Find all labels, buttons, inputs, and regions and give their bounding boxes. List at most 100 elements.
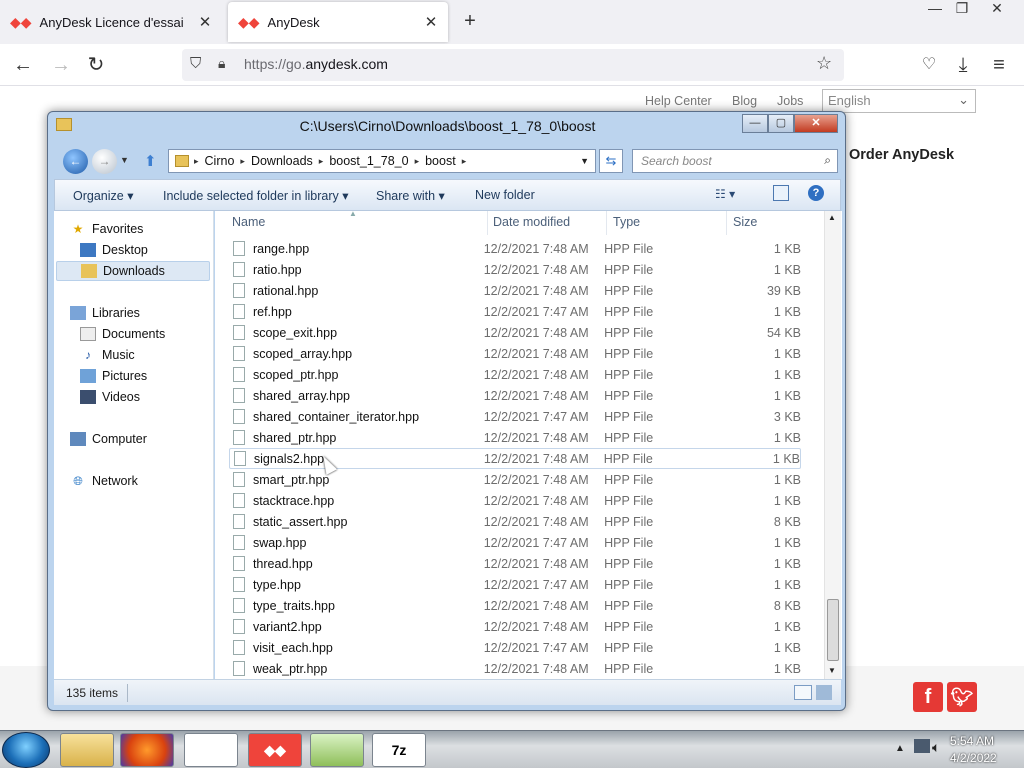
- table-row[interactable]: scoped_ptr.hpp 12/2/2021 7:48 AM HPP File 1…: [229, 364, 801, 385]
- table-row[interactable]: scope_exit.hpp 12/2/2021 7:48 AM HPP File 5…: [229, 322, 801, 343]
- breadcrumb-downloads[interactable]: Downloads: [246, 154, 318, 168]
- explorer-taskbar-icon[interactable]: [60, 733, 114, 767]
- table-row[interactable]: swap.hpp 12/2/2021 7:47 AM HPP File 1 KB: [229, 532, 801, 553]
- up-arrow-icon[interactable]: ⬆: [144, 152, 157, 170]
- table-row[interactable]: shared_array.hpp 12/2/2021 7:48 AM HPP Fil…: [229, 385, 801, 406]
- table-row[interactable]: smart_ptr.hpp 12/2/2021 7:48 AM HPP File 1 …: [229, 469, 801, 490]
- notepad-taskbar-icon[interactable]: [184, 733, 238, 767]
- table-row[interactable]: range.hpp 12/2/2021 7:48 AM HPP File 1 KB: [229, 238, 801, 259]
- forward-arrow-icon[interactable]: →: [48, 52, 74, 78]
- search-icon[interactable]: ⌕: [824, 153, 831, 168]
- column-divider[interactable]: [487, 211, 488, 235]
- refresh-icon[interactable]: ⇆: [599, 149, 623, 173]
- vertical-scrollbar[interactable]: ▲ ▼: [824, 211, 841, 679]
- scroll-down-icon[interactable]: ▼: [828, 666, 836, 675]
- url-bar[interactable]: ⛉ 🔒︎ https://go.anydesk.com ☆: [182, 49, 844, 81]
- order-anydesk-link[interactable]: Order AnyDesk: [849, 147, 954, 163]
- twitter-icon[interactable]: 🐦︎: [947, 682, 977, 712]
- recent-pages-icon[interactable]: ▼: [120, 155, 129, 165]
- close-window-button[interactable]: ✕: [982, 0, 1012, 18]
- url-text[interactable]: https://go.anydesk.com: [244, 56, 388, 72]
- notepadplusplus-taskbar-icon[interactable]: [310, 733, 364, 767]
- search-input[interactable]: Search boost ⌕: [632, 149, 838, 173]
- help-center-link[interactable]: Help Center: [645, 94, 712, 108]
- details-view-icon[interactable]: [794, 685, 812, 700]
- table-row[interactable]: scoped_array.hpp 12/2/2021 7:48 AM HPP Fil…: [229, 343, 801, 364]
- pocket-icon[interactable]: ♡: [916, 52, 942, 78]
- volume-icon[interactable]: 🔈︎: [932, 739, 940, 756]
- download-icon[interactable]: ⤓: [950, 52, 976, 78]
- restore-button[interactable]: ❐: [947, 0, 977, 18]
- start-button[interactable]: [2, 732, 50, 768]
- menu-icon[interactable]: ≡: [986, 52, 1012, 78]
- breadcrumb-boost[interactable]: boost: [420, 154, 461, 168]
- chevron-right-icon[interactable]: ▸: [461, 156, 468, 167]
- scroll-up-icon[interactable]: ▲: [828, 213, 836, 222]
- facebook-icon[interactable]: f: [913, 682, 943, 712]
- include-in-library-button[interactable]: Include selected folder in library ▾: [163, 188, 349, 203]
- clock-date[interactable]: 4/2/2022: [950, 751, 997, 765]
- table-row[interactable]: ref.hpp 12/2/2021 7:47 AM HPP File 1 KB: [229, 301, 801, 322]
- network-status-icon[interactable]: [914, 739, 930, 753]
- nav-network[interactable]: 🌐︎ Network: [70, 471, 228, 491]
- forward-button[interactable]: →: [92, 149, 117, 174]
- tab-anydesk[interactable]: ◆◆ AnyDesk ✕: [228, 2, 448, 42]
- table-row[interactable]: ratio.hpp 12/2/2021 7:48 AM HPP File 1 KB: [229, 259, 801, 280]
- help-icon[interactable]: ?: [808, 185, 824, 201]
- language-select[interactable]: English ⌄: [822, 89, 976, 113]
- nav-computer[interactable]: Computer: [70, 429, 228, 449]
- firefox-taskbar-icon[interactable]: [120, 733, 174, 767]
- table-row[interactable]: rational.hpp 12/2/2021 7:48 AM HPP File 39 …: [229, 280, 801, 301]
- address-bar[interactable]: ▸ Cirno ▸ Downloads ▸ boost_1_78_0 ▸ boo…: [168, 149, 596, 173]
- nav-downloads[interactable]: Downloads: [56, 261, 210, 281]
- column-size[interactable]: Size: [733, 215, 757, 229]
- back-arrow-icon[interactable]: ←: [10, 52, 36, 78]
- maximize-button[interactable]: ▢: [768, 114, 794, 133]
- large-icons-view-icon[interactable]: [816, 685, 832, 700]
- table-row[interactable]: thread.hpp 12/2/2021 7:48 AM HPP File 1 KB: [229, 553, 801, 574]
- new-folder-button[interactable]: New folder: [475, 188, 535, 202]
- dropdown-arrow-icon[interactable]: ▼: [580, 156, 589, 166]
- shield-icon[interactable]: ⛉: [190, 55, 201, 72]
- minimize-button[interactable]: —: [920, 0, 950, 18]
- nav-libraries[interactable]: Libraries: [70, 303, 228, 323]
- organize-button[interactable]: Organize ▾: [73, 188, 133, 203]
- column-date-modified[interactable]: Date modified: [493, 215, 570, 229]
- breadcrumb-cirno[interactable]: Cirno: [200, 154, 240, 168]
- lock-icon[interactable]: 🔒︎: [218, 55, 225, 72]
- jobs-link[interactable]: Jobs: [777, 94, 803, 108]
- column-divider[interactable]: [606, 211, 607, 235]
- nav-favorites[interactable]: ★ Favorites: [70, 219, 228, 239]
- table-row[interactable]: signals2.hpp 12/2/2021 7:48 AM HPP File 1 K…: [229, 448, 801, 469]
- preview-pane-icon[interactable]: [773, 185, 789, 201]
- view-options-icon[interactable]: ☷ ▾: [715, 187, 735, 201]
- table-row[interactable]: shared_container_iterator.hpp 12/2/2021 7…: [229, 406, 801, 427]
- anydesk-taskbar-icon[interactable]: ◆◆: [248, 733, 302, 767]
- scroll-thumb[interactable]: [827, 599, 839, 661]
- minimize-button[interactable]: —: [742, 114, 768, 133]
- clock-time[interactable]: 5:54 AM: [950, 734, 994, 748]
- new-tab-button[interactable]: +: [458, 10, 482, 34]
- share-with-button[interactable]: Share with ▾: [376, 188, 445, 203]
- close-button[interactable]: ✕: [794, 114, 838, 133]
- table-row[interactable]: visit_each.hpp 12/2/2021 7:47 AM HPP File 1…: [229, 637, 801, 658]
- blog-link[interactable]: Blog: [732, 94, 757, 108]
- column-name[interactable]: Name: [232, 215, 265, 229]
- table-row[interactable]: type_traits.hpp 12/2/2021 7:48 AM HPP File…: [229, 595, 801, 616]
- table-row[interactable]: stacktrace.hpp 12/2/2021 7:48 AM HPP File 1…: [229, 490, 801, 511]
- bookmark-star-icon[interactable]: ☆: [816, 53, 832, 74]
- table-row[interactable]: shared_ptr.hpp 12/2/2021 7:48 AM HPP File 1…: [229, 427, 801, 448]
- close-icon[interactable]: ✕: [420, 13, 442, 31]
- column-divider[interactable]: [726, 211, 727, 235]
- table-row[interactable]: static_assert.hpp 12/2/2021 7:48 AM HPP Fi…: [229, 511, 801, 532]
- back-button[interactable]: ←: [63, 149, 88, 174]
- 7zip-taskbar-icon[interactable]: 7z: [372, 733, 426, 767]
- show-hidden-icons-icon[interactable]: ▲: [895, 743, 905, 754]
- reload-icon[interactable]: ↻: [83, 52, 109, 78]
- table-row[interactable]: weak_ptr.hpp 12/2/2021 7:48 AM HPP File 1 K…: [229, 658, 801, 679]
- column-type[interactable]: Type: [613, 215, 640, 229]
- close-icon[interactable]: ✕: [194, 13, 216, 31]
- breadcrumb-boost-1-78-0[interactable]: boost_1_78_0: [324, 154, 413, 168]
- tab-anydesk-trial[interactable]: ◆◆ AnyDesk Licence d'essai ✕: [0, 2, 222, 42]
- table-row[interactable]: type.hpp 12/2/2021 7:47 AM HPP File 1 KB: [229, 574, 801, 595]
